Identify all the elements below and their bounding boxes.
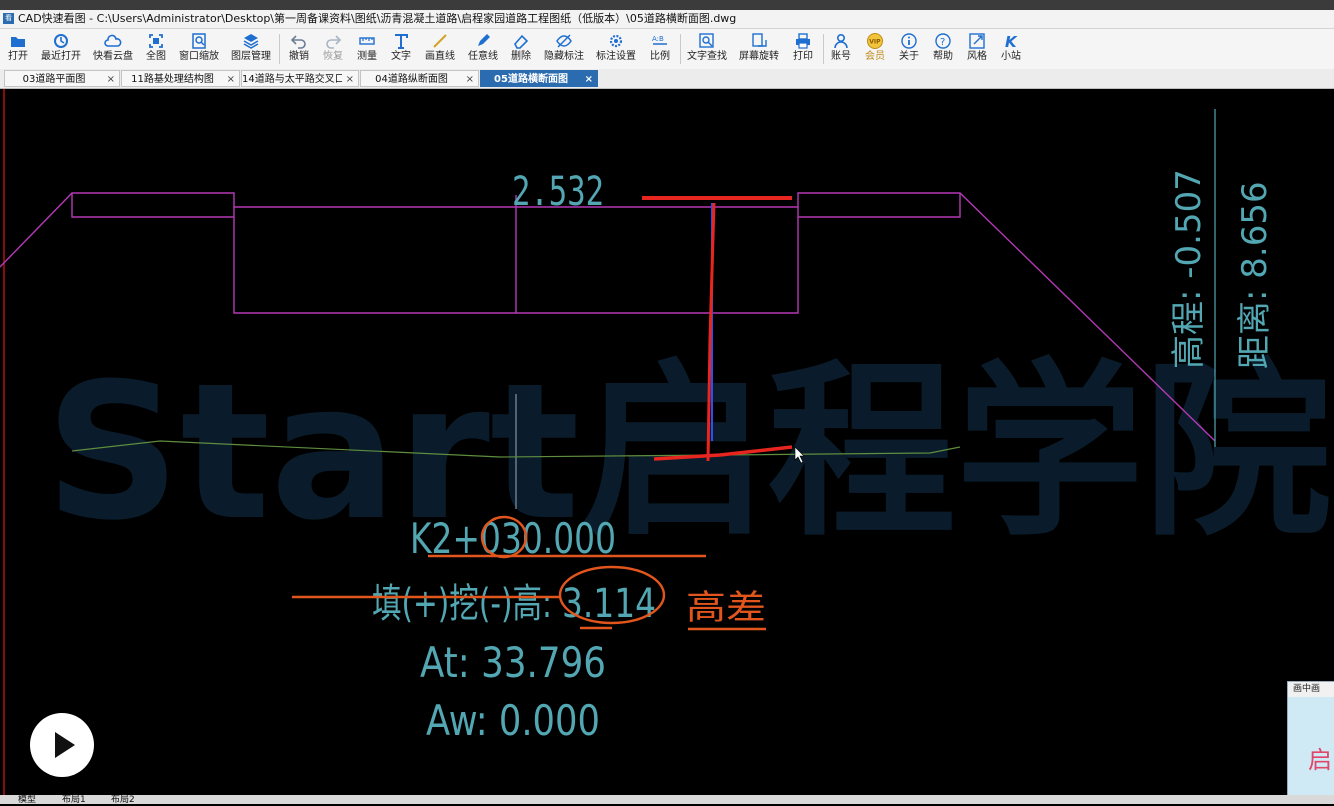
rotate-button[interactable]: 屏幕旋转 xyxy=(736,31,782,67)
station-button[interactable]: K 小站 xyxy=(988,31,1034,67)
close-icon[interactable]: × xyxy=(107,71,115,88)
fill-cut-label: 填(+)挖(-)高: xyxy=(372,581,552,627)
open-button[interactable]: 打开 xyxy=(0,31,41,67)
close-icon[interactable]: × xyxy=(466,71,474,88)
help-icon: ? xyxy=(935,33,951,49)
svg-text:A:B: A:B xyxy=(652,35,664,43)
layout-tabs-bar: 模型 布局1 布局2 xyxy=(0,795,1334,805)
cad-drawing[interactable]: Start启程学院 2.532 高程: -0.507 距离: 8.656 K2+… xyxy=(0,89,1334,795)
zoom-window-icon xyxy=(192,33,206,49)
ruler-icon xyxy=(359,37,375,45)
line-button[interactable]: 画直线 xyxy=(417,31,463,67)
info-icon xyxy=(901,33,917,49)
hide-marks-button[interactable]: 隐藏标注 xyxy=(541,31,587,67)
folder-icon xyxy=(11,37,25,47)
tab-model[interactable]: 模型 xyxy=(18,795,36,805)
redo-icon xyxy=(326,35,342,49)
tab-longitudinal-section[interactable]: 04道路纵断面图 × xyxy=(360,70,479,87)
eraser-icon xyxy=(514,34,529,49)
delete-button[interactable]: 删除 xyxy=(498,31,544,67)
scale-icon: A:B xyxy=(652,35,667,45)
scale-button[interactable]: A:B 比例 xyxy=(637,31,683,67)
tab-intersection[interactable]: 14道路与太平路交叉口图× xyxy=(241,70,359,87)
printer-icon xyxy=(796,33,810,49)
pip-title: 画中画 xyxy=(1288,682,1334,697)
layers-button[interactable]: 图层管理 xyxy=(228,31,274,67)
find-text-button[interactable]: 文字查找 xyxy=(684,31,730,67)
distance-label: 距离: 8.656 xyxy=(1235,181,1275,369)
tab-layout-1[interactable]: 布局1 xyxy=(62,795,86,805)
toolbar-separator xyxy=(680,34,681,64)
screen-top-strip xyxy=(0,0,1334,10)
document-tabs: 03道路平面图× 11路基处理结构图× 14道路与太平路交叉口图× 04道路纵断… xyxy=(0,69,1334,89)
tab-layout-2[interactable]: 布局2 xyxy=(111,795,135,805)
vip-badge-icon: VIP xyxy=(867,33,883,49)
svg-text:K: K xyxy=(1005,33,1018,50)
find-text-icon xyxy=(699,33,714,48)
play-icon xyxy=(55,732,75,758)
tab-cross-section[interactable]: 05道路横断面图 × xyxy=(480,70,598,87)
close-icon[interactable]: × xyxy=(346,71,354,88)
pencil-icon xyxy=(478,34,490,46)
clock-icon xyxy=(54,34,68,48)
eye-off-icon xyxy=(556,34,572,48)
title-bar: 看 CAD快速看图 - C:\Users\Administrator\Deskt… xyxy=(0,10,1334,29)
window-title: CAD快速看图 - C:\Users\Administrator\Desktop… xyxy=(18,12,737,25)
svg-text:VIP: VIP xyxy=(869,39,881,46)
line-icon xyxy=(433,34,447,48)
close-icon[interactable]: × xyxy=(227,71,235,88)
toolbar: 打开 最近打开 快看云盘 全图 窗口缩放 图层管理 撤销 恢复 测量 文字 画直… xyxy=(0,29,1334,69)
layers-icon xyxy=(243,34,259,49)
k-logo-icon: K xyxy=(1005,33,1018,50)
tab-subgrade-structure[interactable]: 11路基处理结构图 × xyxy=(121,70,240,87)
mark-settings-button[interactable]: 标注设置 xyxy=(593,31,639,67)
handwritten-note: 高差 xyxy=(686,588,766,628)
style-icon xyxy=(969,33,985,49)
undo-icon xyxy=(290,35,306,49)
fullview-icon xyxy=(149,34,163,48)
top-elevation-value: 2.532 xyxy=(512,169,604,215)
svg-text:?: ? xyxy=(940,37,945,48)
app-icon: 看 xyxy=(3,13,14,24)
text-icon xyxy=(395,34,408,49)
aw-label: Aw: 0.000 xyxy=(426,696,600,745)
gear-icon xyxy=(609,34,623,48)
recent-button[interactable]: 最近打开 xyxy=(38,31,84,67)
cloud-icon xyxy=(104,34,122,47)
pip-logo: 启 xyxy=(1308,746,1332,774)
rotate-screen-icon xyxy=(752,33,767,47)
tab-road-plan[interactable]: 03道路平面图 × xyxy=(4,70,120,87)
play-button[interactable] xyxy=(30,713,94,777)
picture-in-picture-panel[interactable]: 画中画 启 xyxy=(1287,681,1334,797)
window-zoom-button[interactable]: 窗口缩放 xyxy=(176,31,222,67)
cloud-button[interactable]: 快看云盘 xyxy=(90,31,136,67)
fullview-button[interactable]: 全图 xyxy=(133,31,179,67)
at-label: At: 33.796 xyxy=(420,638,606,687)
elevation-label: 高程: -0.507 xyxy=(1169,169,1209,369)
user-icon xyxy=(834,33,848,49)
close-icon[interactable]: × xyxy=(585,71,593,88)
fill-cut-value: 3.114 xyxy=(562,581,656,627)
drawing-canvas[interactable]: Start启程学院 2.532 高程: -0.507 距离: 8.656 K2+… xyxy=(0,89,1334,795)
watermark-text: Start启程学院 xyxy=(45,343,1332,562)
